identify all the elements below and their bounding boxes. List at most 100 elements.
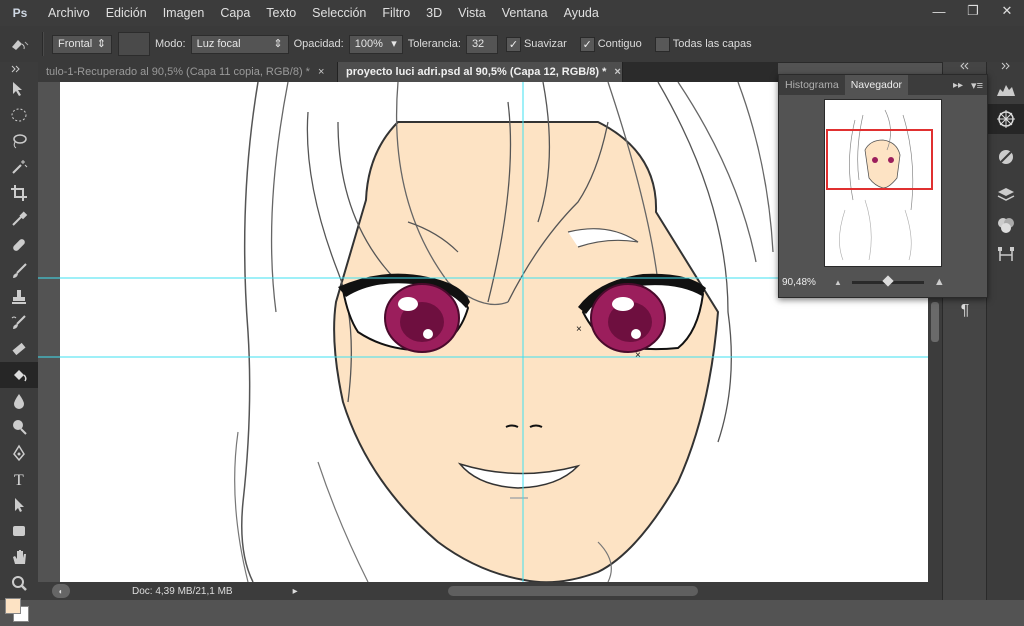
- marquee-tool-icon[interactable]: [0, 102, 38, 128]
- type-tool-icon[interactable]: T: [0, 466, 38, 492]
- opacity-field[interactable]: 100% ▾: [348, 34, 403, 54]
- zoom-in-icon[interactable]: ▲: [934, 276, 945, 288]
- svg-text:×: ×: [576, 324, 582, 335]
- menu-imagen[interactable]: Imagen: [155, 0, 213, 26]
- lasso-tool-icon[interactable]: [0, 128, 38, 154]
- doc-size: Doc: 4,39 MB/21,1 MB: [132, 585, 233, 597]
- channels-panel-icon[interactable]: [987, 210, 1024, 240]
- svg-text:T: T: [14, 472, 24, 488]
- dock-collapse-icon[interactable]: [943, 62, 987, 74]
- paths-panel-icon[interactable]: [987, 240, 1024, 270]
- smooth-checkbox[interactable]: ✓: [505, 36, 521, 52]
- preset-label: Frontal: [58, 37, 93, 50]
- status-bar: ◐ Doc: 4,39 MB/21,1 MB ▸: [38, 582, 942, 600]
- menu-vista[interactable]: Vista: [450, 0, 494, 26]
- dock-expand-icon[interactable]: [987, 62, 1024, 74]
- tools-collapse-icon[interactable]: [0, 62, 38, 76]
- contiguous-label: Contiguo: [597, 38, 642, 50]
- contiguous-checkbox[interactable]: ✓: [579, 36, 595, 52]
- zoom-slider-handle[interactable]: [882, 274, 894, 287]
- current-tool-icon[interactable]: [0, 35, 38, 53]
- tab-document-2[interactable]: proyecto luci adri.psd al 90,5% (Capa 12…: [338, 62, 623, 82]
- menu-filtro[interactable]: Filtro: [374, 0, 418, 26]
- separator: [42, 32, 44, 56]
- status-menu-arrow-icon[interactable]: ▸: [293, 586, 298, 597]
- zoom-slider[interactable]: [851, 274, 924, 287]
- app-logo[interactable]: Ps: [0, 0, 40, 26]
- zoom-tool-icon[interactable]: [0, 570, 38, 596]
- history-brush-tool-icon[interactable]: [0, 310, 38, 336]
- layers-panel-icon[interactable]: [987, 180, 1024, 210]
- dodge-tool-icon[interactable]: [0, 414, 38, 440]
- paint-bucket-tool-icon[interactable]: [0, 362, 38, 388]
- all-layers-checkbox[interactable]: [654, 36, 670, 52]
- navigator-thumbnail[interactable]: [824, 99, 942, 267]
- restore-button[interactable]: ❐: [956, 0, 990, 22]
- adjustments-panel-icon[interactable]: [987, 142, 1024, 172]
- paragraph-panel-icon[interactable]: ¶: [943, 296, 987, 326]
- panel-menu-icon[interactable]: ▾≡: [967, 79, 987, 92]
- blur-tool-icon[interactable]: [0, 388, 38, 414]
- scroll-thumb[interactable]: [931, 302, 939, 342]
- menu-seleccion[interactable]: Selección: [304, 0, 374, 26]
- navigator-panel: Histograma Navegador ▸▸ ▾≡ 90,48% ▲ ▲: [778, 74, 988, 298]
- brush-tool-icon[interactable]: [0, 258, 38, 284]
- zoom-out-icon[interactable]: ▲: [834, 278, 842, 287]
- magic-wand-tool-icon[interactable]: [0, 154, 38, 180]
- hand-tool-icon[interactable]: [0, 544, 38, 570]
- navigator-preview: [826, 109, 933, 261]
- tab-close-icon[interactable]: ×: [318, 66, 324, 78]
- mode-label: Modo:: [155, 38, 186, 50]
- window-controls: — ❐ ✕: [922, 0, 1024, 22]
- status-info-icon[interactable]: ◐: [52, 584, 70, 598]
- mode-select[interactable]: Luz focal ⇕: [190, 34, 289, 54]
- chevron-down-icon[interactable]: ▾: [391, 35, 397, 54]
- tab-histogram[interactable]: Histograma: [779, 75, 845, 95]
- document-tabs: tulo-1-Recuperado al 90,5% (Capa 11 copi…: [38, 62, 778, 82]
- panel-dock: [986, 62, 1024, 600]
- menu-ayuda[interactable]: Ayuda: [556, 0, 607, 26]
- mode-value: Luz focal: [196, 37, 241, 50]
- menu-capa[interactable]: Capa: [212, 0, 258, 26]
- all-layers-label: Todas las capas: [672, 38, 752, 50]
- svg-text:×: ×: [635, 350, 641, 361]
- minimize-button[interactable]: —: [922, 0, 956, 22]
- panel-expand-icon[interactable]: ▸▸: [949, 80, 967, 91]
- tab-label: tulo-1-Recuperado al 90,5% (Capa 11 copi…: [46, 66, 310, 78]
- opacity-value: 100%: [354, 37, 383, 50]
- path-selection-tool-icon[interactable]: [0, 492, 38, 518]
- healing-brush-tool-icon[interactable]: [0, 232, 38, 258]
- smooth-label: Suavizar: [523, 38, 567, 50]
- menu-archivo[interactable]: Archivo: [40, 0, 98, 26]
- pattern-swatch[interactable]: [118, 32, 150, 56]
- close-button[interactable]: ✕: [990, 0, 1024, 22]
- histogram-panel-icon[interactable]: [987, 74, 1024, 104]
- preset-select[interactable]: Frontal ⇕: [52, 34, 112, 54]
- horizontal-scroll-thumb[interactable]: [447, 586, 698, 596]
- clone-stamp-tool-icon[interactable]: [0, 284, 38, 310]
- menu-3d[interactable]: 3D: [418, 0, 450, 26]
- menu-texto[interactable]: Texto: [258, 0, 304, 26]
- eraser-tool-icon[interactable]: [0, 336, 38, 362]
- menu-edicion[interactable]: Edición: [98, 0, 155, 26]
- crop-tool-icon[interactable]: [0, 180, 38, 206]
- color-swatches[interactable]: [0, 596, 38, 626]
- eyedropper-tool-icon[interactable]: [0, 206, 38, 232]
- tab-document-1[interactable]: tulo-1-Recuperado al 90,5% (Capa 11 copi…: [38, 62, 338, 82]
- tab-label: proyecto luci adri.psd al 90,5% (Capa 12…: [346, 66, 607, 78]
- rectangle-tool-icon[interactable]: [0, 518, 38, 544]
- navigator-zoom-value[interactable]: 90,48%: [782, 277, 834, 288]
- foreground-color-swatch[interactable]: [5, 598, 21, 614]
- menu-bar: Ps Archivo Edición Imagen Capa Texto Sel…: [0, 0, 1024, 26]
- tab-close-icon[interactable]: ×: [614, 66, 620, 78]
- tab-navigator[interactable]: Navegador: [844, 75, 909, 95]
- navigator-panel-tabs: Histograma Navegador ▸▸ ▾≡: [779, 75, 987, 95]
- tools-panel: T: [0, 62, 39, 622]
- pen-tool-icon[interactable]: [0, 440, 38, 466]
- chevron-updown-icon: ⇕: [273, 37, 283, 50]
- menu-ventana[interactable]: Ventana: [494, 0, 556, 26]
- navigator-panel-icon[interactable]: [987, 104, 1024, 134]
- tolerance-field[interactable]: 32: [465, 34, 498, 54]
- move-tool-icon[interactable]: [0, 76, 38, 102]
- tolerance-label: Tolerancia:: [407, 38, 461, 50]
